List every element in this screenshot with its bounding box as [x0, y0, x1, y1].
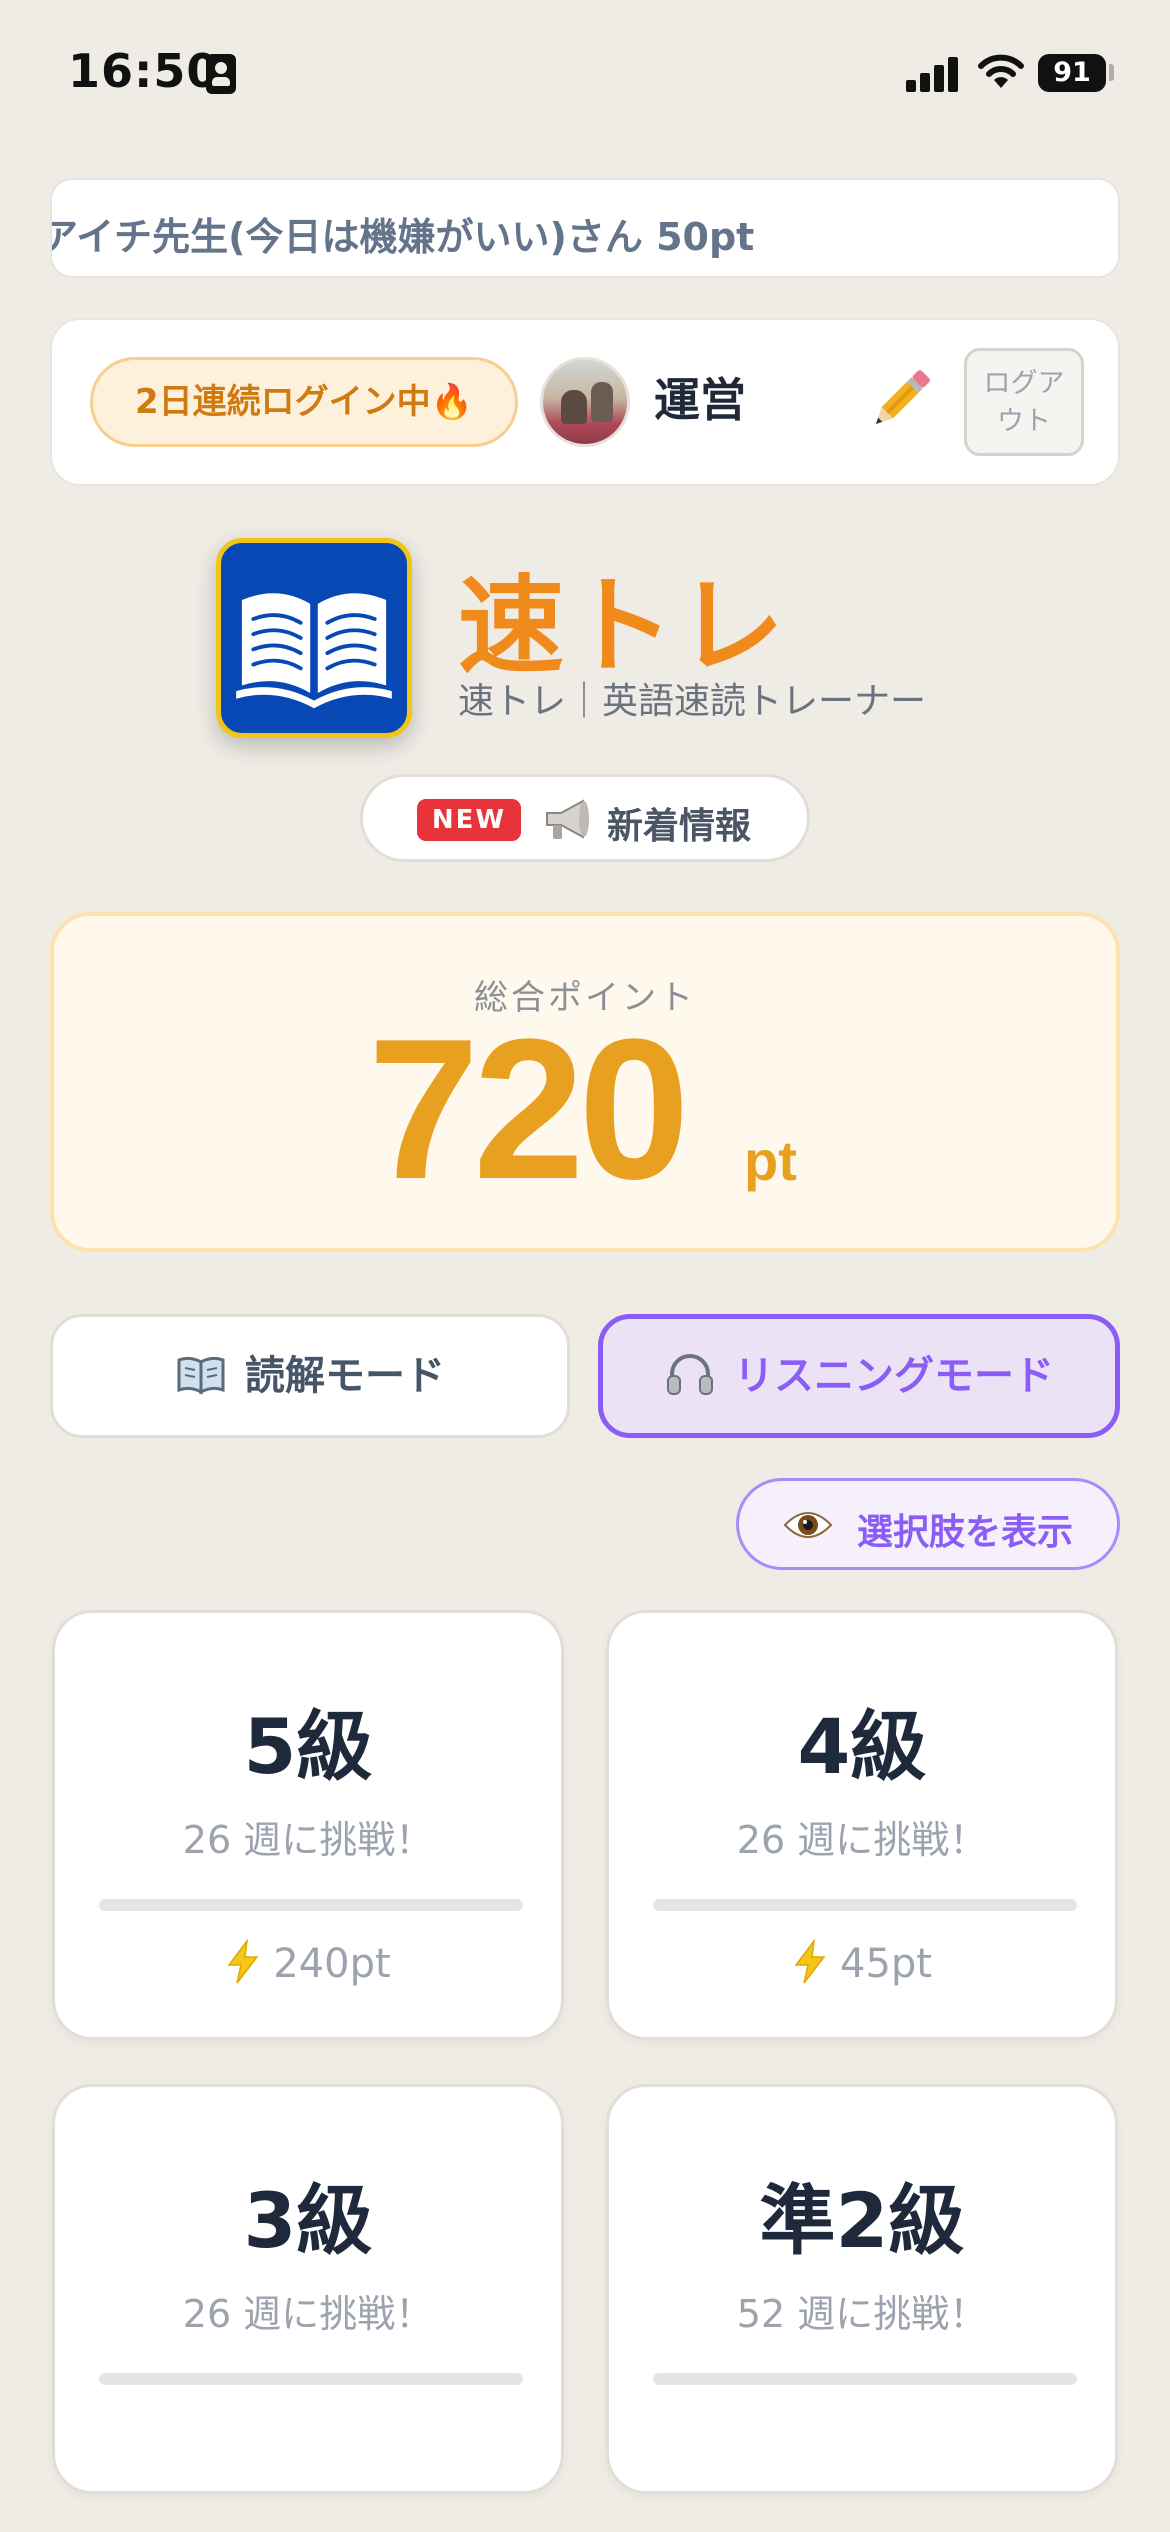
lightning-icon — [794, 1939, 826, 1984]
news-label: 新着情報 — [607, 806, 752, 847]
pencil-icon[interactable] — [860, 360, 940, 440]
grade-points: 240pt — [55, 1939, 561, 1989]
grade-card-4[interactable]: 4級 26 週に挑戦！ 45pt — [606, 1610, 1118, 2040]
status-bar: 16:50 91 — [0, 0, 1170, 150]
listening-mode-button[interactable]: リスニングモード — [598, 1314, 1120, 1438]
signal-icon — [906, 56, 958, 92]
id-card-icon — [206, 54, 236, 94]
grade-card-3[interactable]: 3級 26 週に挑戦！ — [52, 2084, 564, 2494]
app-screen: 16:50 91 アイチ先生(今日は機嫌がいい)さん 50pt 2日連続ログイン… — [0, 0, 1170, 2532]
logout-label-line1: ログア — [983, 368, 1065, 399]
news-button[interactable]: NEW 新着情報 — [360, 774, 810, 862]
grade-subtitle: 52 週に挑戦！ — [736, 2292, 988, 2336]
battery-icon: 91 — [1038, 54, 1106, 92]
grade-title: 準2級 — [759, 2176, 965, 2265]
logout-button[interactable]: ログア ウト — [964, 348, 1084, 456]
user-card: 2日連続ログイン中🔥 運営 ログア ウト — [50, 318, 1120, 486]
reading-mode-label: 読解モード — [245, 1353, 445, 1399]
grade-title: 5級 — [243, 1702, 373, 1791]
app-title: 速トレ — [458, 565, 788, 688]
points-unit: pt — [744, 1129, 797, 1192]
headphones-icon — [667, 1354, 713, 1395]
grade-points-value: 45pt — [840, 1941, 932, 1987]
grade-progress-bar — [99, 2373, 523, 2385]
status-time: 16:50 — [68, 44, 220, 98]
wifi-icon — [978, 54, 1024, 88]
lightning-icon — [227, 1939, 259, 1984]
new-badge: NEW — [417, 799, 521, 841]
grade-title: 4級 — [797, 1702, 927, 1791]
book-icon — [236, 593, 392, 709]
grade-card-5[interactable]: 5級 26 週に挑戦！ 240pt — [52, 1610, 564, 2040]
book-icon — [177, 1356, 225, 1395]
ticker-text: アイチ先生(今日は機嫌がいい)さん 50pt — [50, 215, 755, 259]
grade-points-value: 240pt — [273, 1941, 391, 1987]
logout-label-line2: ウト — [997, 406, 1051, 437]
grade-points: 45pt — [609, 1939, 1115, 1989]
reading-mode-button[interactable]: 読解モード — [50, 1314, 570, 1438]
grade-subtitle: 26 週に挑戦！ — [182, 1818, 434, 1862]
points-value: 720 — [368, 998, 690, 1221]
user-name: 運営 — [654, 373, 746, 427]
total-points-card: 総合ポイント 720 pt — [50, 912, 1120, 1252]
avatar[interactable] — [540, 357, 630, 447]
megaphone-icon — [546, 799, 589, 839]
show-choices-button[interactable]: 選択肢を表示 — [736, 1478, 1120, 1570]
grade-progress-bar — [653, 2373, 1077, 2385]
app-subtitle: 速トレ｜英語速読トレーナー — [458, 681, 927, 722]
login-streak-badge: 2日連続ログイン中🔥 — [90, 357, 518, 447]
eye-icon — [783, 1512, 833, 1538]
grade-progress-bar — [99, 1899, 523, 1911]
grade-card-pre2[interactable]: 準2級 52 週に挑戦！ — [606, 2084, 1118, 2494]
grade-subtitle: 26 週に挑戦！ — [182, 2292, 434, 2336]
grade-subtitle: 26 週に挑戦！ — [736, 1818, 988, 1862]
grade-progress-bar — [653, 1899, 1077, 1911]
battery-tip — [1109, 64, 1114, 81]
show-choices-label: 選択肢を表示 — [857, 1512, 1074, 1553]
app-logo — [216, 538, 412, 738]
grade-title: 3級 — [243, 2176, 373, 2265]
announcement-ticker: アイチ先生(今日は機嫌がいい)さん 50pt — [50, 178, 1120, 278]
listening-mode-label: リスニングモード — [734, 1353, 1054, 1399]
